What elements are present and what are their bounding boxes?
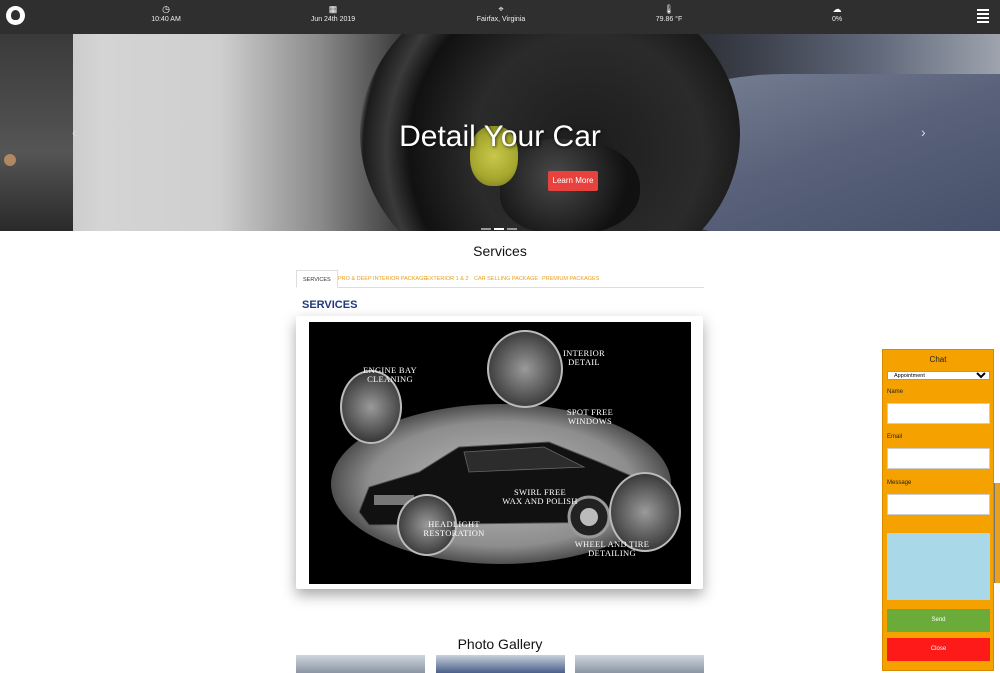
label-engine-bay: ENGINE BAY CLEANING xyxy=(363,365,417,384)
carousel-indicators xyxy=(481,217,520,231)
learn-more-button[interactable]: Learn More xyxy=(548,171,598,191)
carousel-next-icon[interactable]: › xyxy=(921,124,926,140)
close-button[interactable]: Close xyxy=(887,638,990,661)
chat-textarea[interactable] xyxy=(887,533,990,600)
crosshair-icon: ⌖ xyxy=(498,4,504,14)
hero-carousel: Detail Your Car Learn More ‹ › xyxy=(0,34,1000,231)
date-text: Jun 24th 2019 xyxy=(310,16,356,23)
services-panel-title: SERVICES xyxy=(302,299,358,311)
carousel-indicator-active[interactable] xyxy=(494,228,504,230)
label-wax: SWIRL FREE WAX AND POLISH xyxy=(502,487,578,506)
tab-car-selling[interactable]: CAR SELLING PACKAGE xyxy=(468,270,544,288)
hero-title: Detail Your Car xyxy=(399,120,601,153)
carousel-indicator[interactable] xyxy=(481,228,491,230)
email-label: Email xyxy=(887,434,903,440)
thermometer-icon: 🌡 xyxy=(663,4,675,14)
temperature-widget: 🌡 79.86 °F xyxy=(624,4,714,23)
email-field[interactable] xyxy=(887,448,990,469)
services-card: ENGINE BAY CLEANING INTERIOR DETAIL SPOT… xyxy=(296,316,703,589)
precipitation-widget: ☁ 0% xyxy=(792,4,882,23)
chat-topic-select[interactable]: Appointment xyxy=(887,371,990,380)
precipitation-text: 0% xyxy=(831,16,843,23)
rain-cloud-icon: ☁ xyxy=(832,4,842,14)
label-wheel: WHEEL AND TIRE DETAILING xyxy=(574,539,650,558)
location-widget: ⌖ Fairfax, Virginia xyxy=(456,4,546,23)
date-widget: ▦ Jun 24th 2019 xyxy=(288,4,378,23)
name-label: Name xyxy=(887,389,904,395)
tab-premium[interactable]: PREMIUM PACKAGES xyxy=(536,270,605,288)
gallery-photo[interactable] xyxy=(575,655,704,673)
chat-title: Chat xyxy=(929,355,947,364)
services-tabs: SERVICES PRO & DEEP INTERIOR PACKAGE EXT… xyxy=(296,270,704,288)
time-text: 10:40 AM xyxy=(151,16,181,23)
carousel-indicator[interactable] xyxy=(507,228,517,230)
car-illustration xyxy=(358,441,642,541)
hamburger-menu-icon[interactable] xyxy=(977,9,989,23)
temperature-text: 79.86 °F xyxy=(655,16,683,23)
clock-icon: ◷ xyxy=(162,4,170,14)
gallery-photo[interactable] xyxy=(296,655,425,673)
label-headlight: HEADLIGHT RESTORATION xyxy=(423,519,485,538)
top-bar: ◷ 10:40 AM ▦ Jun 24th 2019 ⌖ Fairfax, Vi… xyxy=(0,0,1000,34)
tab-pro-deep-interior[interactable]: PRO & DEEP INTERIOR PACKAGE xyxy=(332,270,433,288)
location-text: Fairfax, Virginia xyxy=(476,16,526,23)
chat-widget: Chat Appointment Name Email Message Send… xyxy=(882,349,994,671)
github-icon[interactable] xyxy=(6,6,25,25)
message-label: Message xyxy=(887,480,912,486)
message-field[interactable] xyxy=(887,494,990,515)
carousel-prev-icon[interactable]: ‹ xyxy=(72,124,77,140)
send-button[interactable]: Send xyxy=(887,609,990,632)
calendar-icon: ▦ xyxy=(328,4,338,14)
name-field[interactable] xyxy=(887,403,990,424)
services-image: ENGINE BAY CLEANING INTERIOR DETAIL SPOT… xyxy=(309,322,691,584)
tab-exterior[interactable]: EXTERIOR 1 & 2 xyxy=(420,270,475,288)
label-interior: INTERIOR DETAIL xyxy=(562,348,606,367)
label-windows: SPOT FREE WINDOWS xyxy=(566,407,614,426)
services-heading: Services xyxy=(473,243,527,259)
gallery-photo[interactable] xyxy=(436,655,565,673)
gallery-heading: Photo Gallery xyxy=(457,636,543,652)
interior-bubble xyxy=(487,330,563,408)
feedback-side-tab[interactable] xyxy=(994,483,1000,583)
time-widget: ◷ 10:40 AM xyxy=(121,4,211,23)
